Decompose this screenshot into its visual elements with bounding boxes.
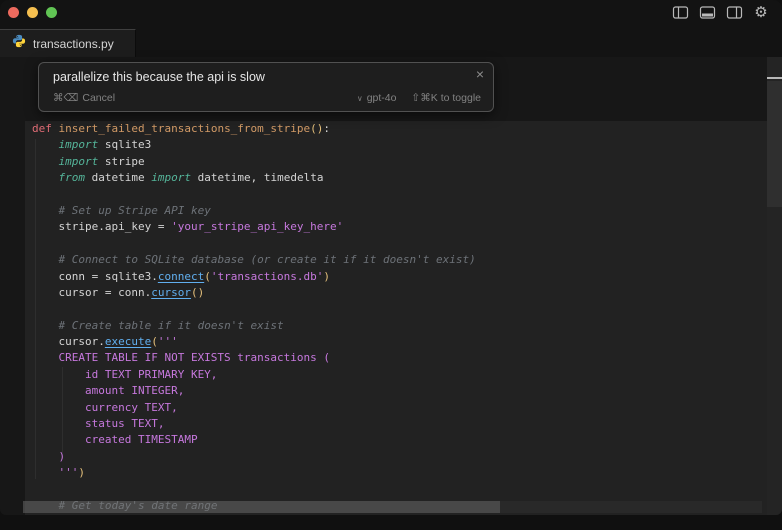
- code-line: '''): [32, 465, 476, 481]
- horizontal-scrollbar[interactable]: [23, 501, 762, 513]
- code-line: [32, 187, 476, 203]
- code-editor[interactable]: def insert_failed_transactions_from_stri…: [0, 57, 782, 515]
- titlebar: ⚙: [0, 0, 782, 22]
- model-label: gpt-4o: [367, 92, 397, 104]
- model-selector[interactable]: ∨ gpt-4o: [357, 92, 397, 104]
- close-icon[interactable]: ×: [474, 65, 486, 83]
- code-line: from datetime import datetime, timedelta: [32, 170, 476, 186]
- zoom-window-button[interactable]: [46, 7, 57, 18]
- overview-ruler-marker: [767, 77, 782, 79]
- code-line: import stripe: [32, 154, 476, 170]
- vertical-scrollbar[interactable]: [767, 57, 782, 515]
- code-line: ): [32, 449, 476, 465]
- code-line: amount INTEGER,: [32, 383, 476, 399]
- prompt-right-group: ∨ gpt-4o ⇧⌘K to toggle: [357, 92, 481, 104]
- code-line: id TEXT PRIMARY KEY,: [32, 367, 476, 383]
- code-content: def insert_failed_transactions_from_stri…: [32, 121, 476, 514]
- tab-bar: transactions.py: [0, 22, 782, 57]
- code-line: [32, 482, 476, 498]
- code-line: stripe.api_key = 'your_stripe_api_key_he…: [32, 219, 476, 235]
- minimize-window-button[interactable]: [27, 7, 38, 18]
- code-line: # Set up Stripe API key: [32, 203, 476, 219]
- cancel-shortcut: ⌘⌫: [53, 92, 78, 104]
- horizontal-scrollbar-thumb[interactable]: [23, 501, 500, 513]
- code-line: [32, 236, 476, 252]
- close-window-button[interactable]: [8, 7, 19, 18]
- chevron-down-icon: ∨: [357, 94, 363, 103]
- code-line: cursor.execute(''': [32, 334, 476, 350]
- code-line: currency TEXT,: [32, 400, 476, 416]
- cancel-button[interactable]: ⌘⌫ Cancel: [53, 92, 115, 104]
- settings-gear-icon[interactable]: ⚙: [752, 3, 770, 21]
- toggle-hint: ⇧⌘K to toggle: [411, 92, 481, 104]
- code-line: import sqlite3: [32, 137, 476, 153]
- code-line: conn = sqlite3.connect('transactions.db'…: [32, 269, 476, 285]
- code-line: created TIMESTAMP: [32, 432, 476, 448]
- python-file-icon: [12, 34, 26, 53]
- traffic-lights: [8, 7, 57, 18]
- layout-controls: ⚙: [671, 3, 770, 21]
- tab-label: transactions.py: [33, 37, 114, 51]
- inline-ai-prompt: parallelize this because the api is slow…: [38, 62, 494, 112]
- code-line: def insert_failed_transactions_from_stri…: [32, 121, 476, 137]
- code-line: cursor = conn.cursor(): [32, 285, 476, 301]
- toggle-right-sidebar-icon[interactable]: [725, 3, 743, 21]
- app-window: ⚙ transactions.py def insert_failed_tran…: [0, 0, 782, 515]
- code-line: # Connect to SQLite database (or create …: [32, 252, 476, 268]
- tab-transactions-py[interactable]: transactions.py: [0, 29, 136, 57]
- code-line: CREATE TABLE IF NOT EXISTS transactions …: [32, 350, 476, 366]
- prompt-input[interactable]: parallelize this because the api is slow: [53, 70, 463, 84]
- toggle-bottom-panel-icon[interactable]: [698, 3, 716, 21]
- cancel-label: Cancel: [82, 92, 115, 104]
- code-line: [32, 301, 476, 317]
- code-line: # Create table if it doesn't exist: [32, 318, 476, 334]
- vertical-scrollbar-thumb[interactable]: [767, 81, 782, 207]
- prompt-footer: ⌘⌫ Cancel ∨ gpt-4o ⇧⌘K to toggle: [53, 92, 481, 104]
- code-line: status TEXT,: [32, 416, 476, 432]
- toggle-left-sidebar-icon[interactable]: [671, 3, 689, 21]
